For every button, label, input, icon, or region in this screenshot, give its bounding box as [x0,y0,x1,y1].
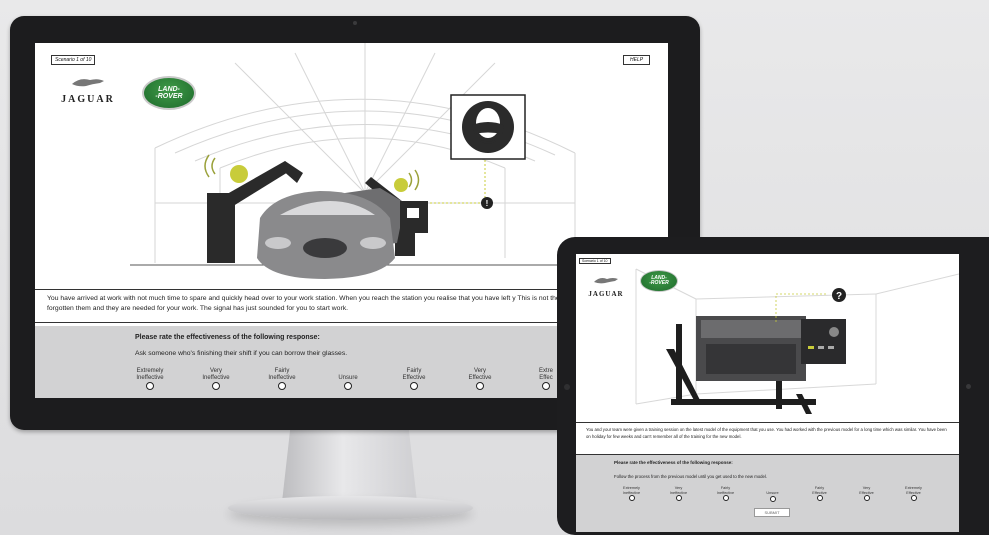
submit-button[interactable]: SUBMIT [754,508,790,517]
callout-line [430,160,486,204]
work-station [400,201,428,233]
signal-waves-left [204,154,216,178]
question-icon: ? [836,291,842,302]
rating-option[interactable]: Unsure [315,368,381,394]
rating-prompt: Please rate the effectiveness of the fol… [614,460,733,465]
rating-option[interactable]: Fairly Ineffective [249,368,315,394]
radio-extremely-ineffective[interactable] [628,495,635,502]
radio-very-ineffective[interactable] [212,382,220,391]
monitor-camera [353,21,357,25]
radio-fairly-ineffective[interactable] [278,382,286,391]
jaguar-car-front [257,191,395,279]
rating-option[interactable]: Extremely Effective [890,486,937,503]
rating-option[interactable]: Extremely Ineffective [117,368,183,394]
rating-prompt: Please rate the effectiveness of the fol… [135,334,320,341]
engine-test-rig-illustration: ? [635,268,959,414]
rating-options: Extremely Ineffective Very Ineffective Fai… [608,486,948,503]
radio-fairly-effective[interactable] [410,382,418,391]
signal-waves-right [408,169,420,191]
radio-unsure[interactable] [769,495,776,502]
monitor-stand-base [228,496,473,520]
alert-mark: ! [486,199,489,208]
scenario-counter: Scenario 1 of 10 [579,258,611,264]
help-button[interactable]: HELP [623,55,651,65]
radio-fairly-ineffective[interactable] [722,495,729,502]
landrover-logo: LAND- -ROVER [640,270,678,292]
rating-option[interactable]: Very Effective [843,486,890,503]
rating-option[interactable]: Fairly Effective [796,486,843,503]
rating-option[interactable]: Very Ineffective [655,486,702,503]
response-text: Follow the process from the previous mod… [614,474,768,479]
safety-goggles-icon [450,94,526,160]
rating-option[interactable]: Very Effective [447,368,513,394]
tablet-home-button [966,384,971,389]
control-panel [801,319,846,364]
jaguar-leaper-icon [594,278,618,284]
rating-option[interactable]: Extremely Ineffective [608,486,655,503]
sensor-light-left [230,165,248,183]
radio-very-ineffective[interactable] [675,495,682,502]
scenario-description: You and your team were given a training … [576,422,959,455]
jaguar-leaper-icon [72,79,104,87]
jaguar-logo: JAGUAR [57,75,119,105]
radio-very-effective[interactable] [863,495,870,502]
radio-unsure[interactable] [344,382,352,391]
jaguar-logo: JAGUAR [584,272,628,298]
radio-extremely-effective[interactable] [542,382,550,391]
engine-block [696,316,806,381]
rating-option[interactable]: Fairly Ineffective [702,486,749,503]
response-text: Ask someone who's finishing their shift … [135,350,348,357]
radio-extremely-ineffective[interactable] [146,382,154,391]
rating-option[interactable]: Unsure [749,486,796,503]
sensor-light-right [394,178,408,192]
tablet-camera [564,384,570,390]
radio-extremely-effective[interactable] [910,495,917,502]
tablet-screen: ? Scenario 1 of 10 JAGUAR LAND- -ROVER Y… [576,254,959,532]
rating-panel: Please rate the effectiveness of the fol… [576,455,959,532]
radio-very-effective[interactable] [476,382,484,391]
monitor-stand [282,430,417,502]
rating-option[interactable]: Fairly Effective [381,368,447,394]
landrover-logo: LAND- -ROVER [142,76,196,110]
scenario-counter: Scenario 1 of 10 [51,55,96,65]
radio-fairly-effective[interactable] [816,495,823,502]
rating-option[interactable]: Very Ineffective [183,368,249,394]
